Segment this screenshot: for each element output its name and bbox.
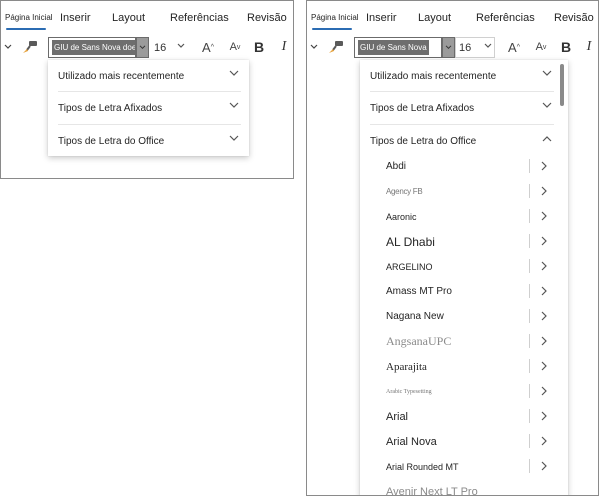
divider [529,384,530,398]
chevron-right-icon[interactable] [541,311,548,321]
font-size-box[interactable]: 16 [150,37,188,58]
section-pinned-fonts[interactable]: Tipos de Letra Afixados [58,92,241,124]
chevron-right-icon[interactable] [541,461,548,471]
font-item-angsanaupc[interactable]: AngsanaUPC [386,329,552,354]
chevron-up-icon [542,136,552,142]
divider [529,409,530,423]
chevron-right-icon[interactable] [541,361,548,371]
font-size-value: 16 [154,41,167,54]
chevron-down-icon [229,135,239,141]
tab-insert[interactable]: Inserir [366,12,397,24]
font-item-avenir-next-lt-pro[interactable]: Avenir Next LT Pro [386,479,552,496]
chevron-right-icon[interactable] [541,336,548,346]
format-painter-icon[interactable] [21,36,39,58]
section-recently-used[interactable]: Utilizado mais recentemente [370,60,554,92]
divider [529,159,530,173]
font-name-value: GIU de Sans Nova [358,40,429,55]
tab-layout[interactable]: Layout [112,12,145,24]
shrink-font-button[interactable]: Av [532,36,550,58]
section-office-fonts[interactable]: Tipos de Letra do Office [58,125,241,157]
font-name-dropdown[interactable] [136,37,149,58]
section-pinned-fonts[interactable]: Tipos de Letra Afixados [370,92,554,124]
tab-layout[interactable]: Layout [418,12,451,24]
divider [529,234,530,248]
chevron-down-icon[interactable] [309,36,319,58]
font-name-dropdown[interactable] [442,37,455,58]
chevron-right-icon[interactable] [541,186,548,196]
italic-button[interactable]: I [582,36,596,58]
bold-button[interactable]: B [558,36,574,58]
divider [529,334,530,348]
font-item-arial-nova[interactable]: Arial Nova [386,429,552,454]
divider [529,209,530,223]
font-dropdown-menu: Utilizado mais recentemente Tipos de Let… [360,60,568,496]
divider [529,459,530,473]
section-office-fonts[interactable]: Tipos de Letra do Office [370,125,554,157]
toolbar: GIU de Sans Nova 16 A ^ Av B I [307,34,598,62]
section-recently-used[interactable]: Utilizado mais recentemente [58,60,241,92]
tab-home[interactable]: Página Inicial [5,13,53,22]
chevron-right-icon[interactable] [541,386,548,396]
right-word-window: Página Inicial Inserir Layout Referência… [306,0,599,496]
chevron-down-icon [542,70,552,76]
font-item-aparajita[interactable]: Aparajita [386,354,552,379]
font-item-argelino[interactable]: ARGELINO [386,254,552,279]
active-tab-indicator [6,28,46,30]
font-name-box[interactable]: GIU de Sans Nova [354,37,442,58]
ribbon-tabs: Página Inicial Inserir Layout Referência… [1,1,293,33]
font-item-agency-fb[interactable]: Agency FB [386,179,552,204]
tab-home[interactable]: Página Inicial [311,13,359,22]
font-name-box[interactable]: GIU de Sans Nova doente [48,37,136,58]
chevron-right-icon[interactable] [541,411,548,421]
chevron-down-icon [484,43,492,48]
chevron-down-icon[interactable] [3,36,13,58]
divider [529,184,530,198]
chevron-down-icon [542,102,552,108]
font-name-value: GIU de Sans Nova doente [52,40,135,55]
font-item-arial[interactable]: Arial [386,404,552,429]
font-item-arabic-typesetting[interactable]: Arabic Typesetting [386,379,552,404]
divider [529,309,530,323]
scrollbar-thumb[interactable] [560,64,564,106]
grow-font-button[interactable]: A ^ [505,36,523,58]
grow-font-button[interactable]: A ^ [199,36,217,58]
tab-references[interactable]: Referências [476,12,535,24]
shrink-font-button[interactable]: Av [226,36,244,58]
chevron-right-icon[interactable] [541,161,548,171]
chevron-right-icon[interactable] [541,436,548,446]
ribbon-tabs: Página Inicial Inserir Layout Referência… [307,1,598,33]
divider [529,359,530,373]
font-dropdown-menu: Utilizado mais recentemente Tipos de Let… [48,60,249,156]
font-size-value: 16 [459,41,472,54]
toolbar: GIU de Sans Nova doente 16 A^ Av B I [1,34,293,62]
chevron-down-icon [177,43,185,48]
bold-button[interactable]: B [251,36,267,58]
font-item-amass-mt-pro[interactable]: Amass MT Pro [386,279,552,304]
chevron-right-icon[interactable] [541,261,548,271]
divider [529,259,530,273]
chevron-right-icon[interactable] [541,236,548,246]
active-tab-indicator [312,28,352,30]
font-item-abdi[interactable]: Abdi [386,154,552,179]
chevron-down-icon [229,102,239,108]
format-painter-icon[interactable] [327,36,345,58]
tab-review[interactable]: Revisão [554,12,594,24]
font-item-aaronic[interactable]: Aaronic [386,204,552,229]
font-item-al-dhabi[interactable]: AL Dhabi [386,229,552,254]
chevron-right-icon[interactable] [541,286,548,296]
tab-insert[interactable]: Inserir [60,12,91,24]
tab-references[interactable]: Referências [170,12,229,24]
tab-review[interactable]: Revisão [247,12,287,24]
font-item-arial-rounded-mt[interactable]: Arial Rounded MT [386,454,552,479]
chevron-right-icon[interactable] [541,211,548,221]
chevron-down-icon [229,70,239,76]
left-word-window: Página Inicial Inserir Layout Referência… [0,0,294,179]
italic-button[interactable]: I [277,36,291,58]
font-item-nagana-new[interactable]: Nagana New [386,304,552,329]
font-size-box[interactable]: 16 [455,37,495,58]
divider [529,434,530,448]
divider [529,284,530,298]
